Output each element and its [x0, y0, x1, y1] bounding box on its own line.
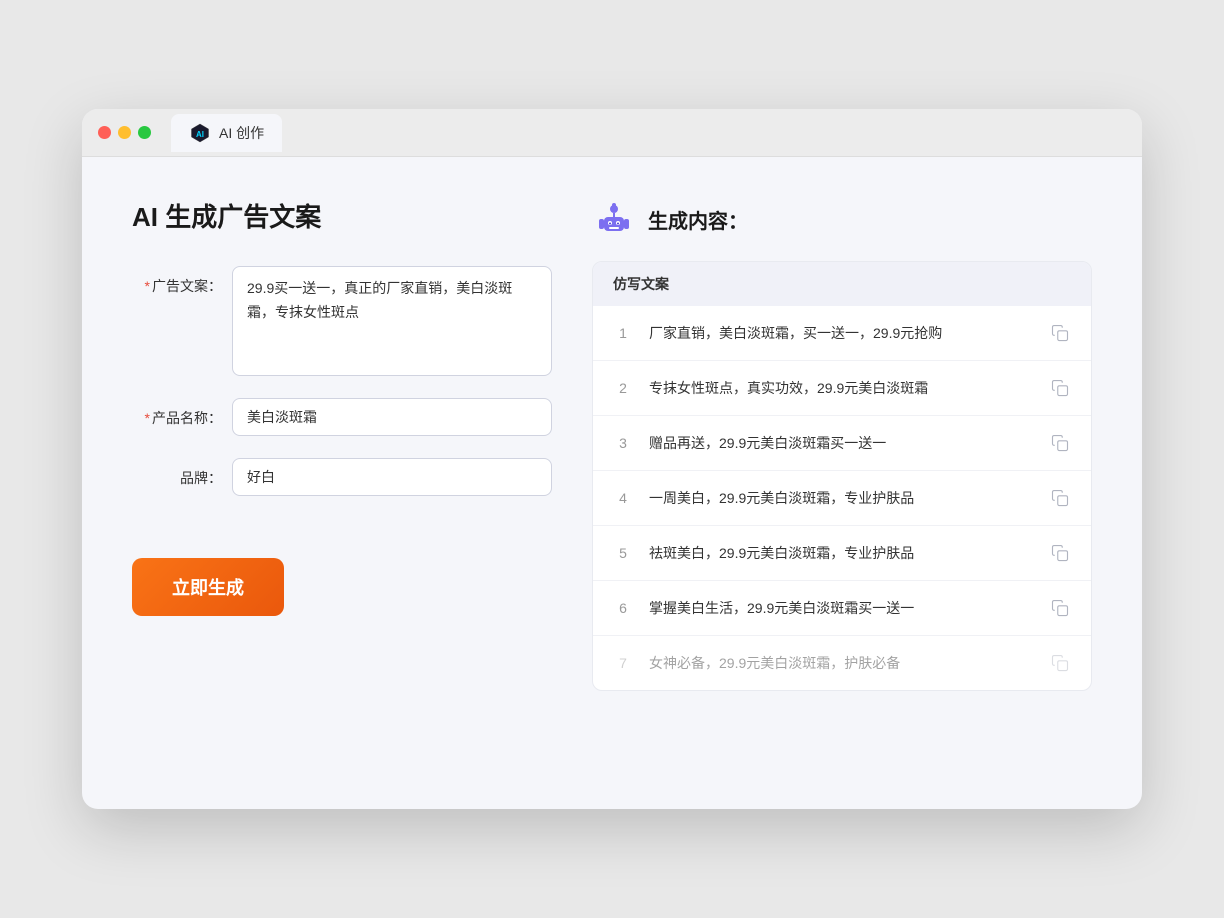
brand-input[interactable] — [232, 458, 552, 496]
browser-tab[interactable]: AI AI 创作 — [171, 114, 282, 152]
product-name-input[interactable] — [232, 398, 552, 436]
required-star-product: * — [145, 410, 150, 426]
result-item: 5 祛斑美白，29.9元美白淡斑霜，专业护肤品 — [593, 526, 1091, 581]
brand-label: 品牌： — [132, 458, 222, 488]
page-title: AI 生成广告文案 — [132, 197, 552, 234]
result-item-number: 7 — [611, 655, 635, 671]
copy-button[interactable] — [1047, 320, 1073, 346]
product-name-label: *产品名称： — [132, 398, 222, 428]
result-item-number: 4 — [611, 490, 635, 506]
svg-text:AI: AI — [196, 130, 204, 139]
result-item: 6 掌握美白生活，29.9元美白淡斑霜买一送一 — [593, 581, 1091, 636]
result-item-text: 祛斑美白，29.9元美白淡斑霜，专业护肤品 — [649, 543, 1033, 564]
result-item-text: 赠品再送，29.9元美白淡斑霜买一送一 — [649, 433, 1033, 454]
copy-button[interactable] — [1047, 650, 1073, 676]
result-item-text: 厂家直销，美白淡斑霜，买一送一，29.9元抢购 — [649, 323, 1033, 344]
copy-button[interactable] — [1047, 485, 1073, 511]
result-item-number: 2 — [611, 380, 635, 396]
left-panel: AI 生成广告文案 *广告文案： *产品名称： 品牌： 立 — [132, 197, 552, 691]
robot-icon — [592, 197, 636, 241]
copy-button[interactable] — [1047, 430, 1073, 456]
result-table-header: 仿写文案 — [593, 262, 1091, 306]
result-item-text: 女神必备，29.9元美白淡斑霜，护肤必备 — [649, 653, 1033, 674]
result-item-number: 5 — [611, 545, 635, 561]
result-items-container: 1 厂家直销，美白淡斑霜，买一送一，29.9元抢购 2 专抹女性斑点，真实功效，29… — [593, 306, 1091, 690]
minimize-button[interactable] — [118, 126, 131, 139]
result-item-number: 6 — [611, 600, 635, 616]
result-item-text: 专抹女性斑点，真实功效，29.9元美白淡斑霜 — [649, 378, 1033, 399]
browser-window: AI AI 创作 AI 生成广告文案 *广告文案： *产品名称： — [82, 109, 1142, 809]
result-item: 7 女神必备，29.9元美白淡斑霜，护肤必备 — [593, 636, 1091, 690]
ad-copy-input[interactable] — [232, 266, 552, 376]
required-star-ad: * — [145, 278, 150, 294]
result-table: 仿写文案 1 厂家直销，美白淡斑霜，买一送一，29.9元抢购 2 专抹女性斑点，真实… — [592, 261, 1092, 691]
result-item-number: 3 — [611, 435, 635, 451]
ai-hex-icon: AI — [189, 122, 211, 144]
close-button[interactable] — [98, 126, 111, 139]
browser-titlebar: AI AI 创作 — [82, 109, 1142, 157]
generate-button[interactable]: 立即生成 — [132, 558, 284, 616]
ad-copy-label: *广告文案： — [132, 266, 222, 296]
copy-button[interactable] — [1047, 540, 1073, 566]
result-item: 3 赠品再送，29.9元美白淡斑霜买一送一 — [593, 416, 1091, 471]
copy-button[interactable] — [1047, 375, 1073, 401]
browser-content: AI 生成广告文案 *广告文案： *产品名称： 品牌： 立 — [82, 157, 1142, 741]
result-item: 4 一周美白，29.9元美白淡斑霜，专业护肤品 — [593, 471, 1091, 526]
tab-label: AI 创作 — [219, 123, 264, 143]
result-item: 1 厂家直销，美白淡斑霜，买一送一，29.9元抢购 — [593, 306, 1091, 361]
result-header: 生成内容： — [592, 197, 1092, 241]
right-panel: 生成内容： 仿写文案 1 厂家直销，美白淡斑霜，买一送一，29.9元抢购 2 专抹女… — [592, 197, 1092, 691]
result-title: 生成内容： — [648, 205, 748, 234]
maximize-button[interactable] — [138, 126, 151, 139]
result-item-number: 1 — [611, 325, 635, 341]
brand-row: 品牌： — [132, 458, 552, 496]
result-item-text: 一周美白，29.9元美白淡斑霜，专业护肤品 — [649, 488, 1033, 509]
result-item: 2 专抹女性斑点，真实功效，29.9元美白淡斑霜 — [593, 361, 1091, 416]
product-name-row: *产品名称： — [132, 398, 552, 436]
traffic-lights — [98, 126, 151, 139]
result-item-text: 掌握美白生活，29.9元美白淡斑霜买一送一 — [649, 598, 1033, 619]
copy-button[interactable] — [1047, 595, 1073, 621]
ad-copy-row: *广告文案： — [132, 266, 552, 376]
